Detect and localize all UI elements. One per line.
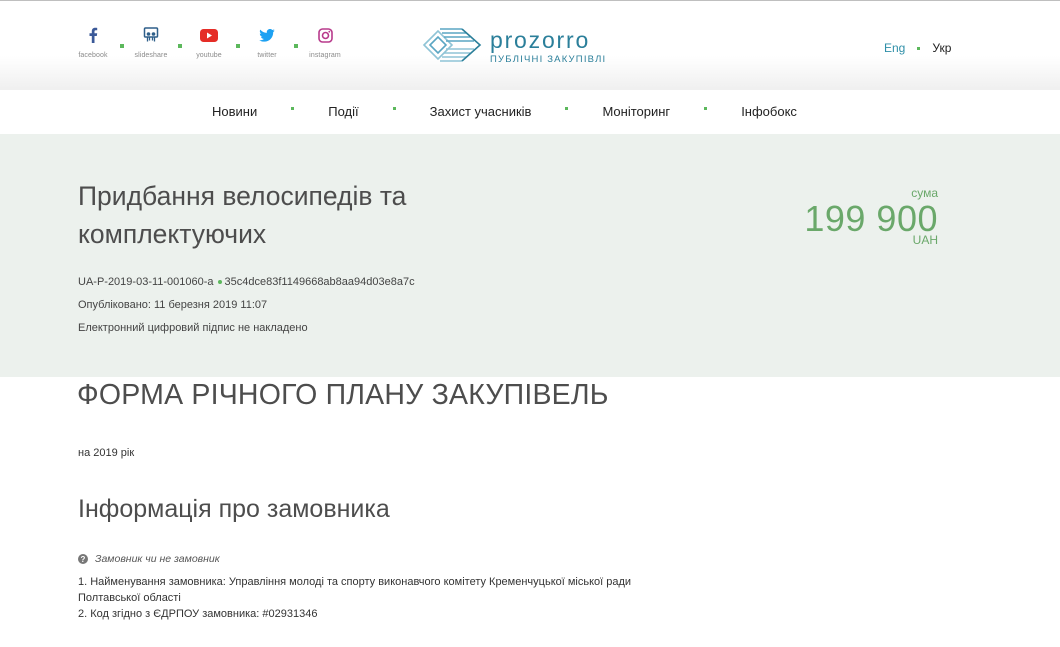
twitter-icon <box>258 26 276 44</box>
separator-dot <box>120 44 124 48</box>
nav-item-news[interactable]: Новини <box>212 104 257 119</box>
plan-id[interactable]: UA-P-2019-03-11-001060-a <box>78 276 214 288</box>
separator-dot <box>217 279 222 284</box>
plan-identifiers: UA-P-2019-03-11-001060-a 35c4dce83f114966… <box>78 276 415 288</box>
customer-hint[interactable]: ? Замовник чи не замовник <box>78 553 220 565</box>
separator-dot <box>704 107 708 110</box>
customer-name-line: 1. Найменування замовника: Управління мо… <box>78 576 632 588</box>
nav-item-events[interactable]: Події <box>328 104 358 119</box>
language-switcher: Eng Укр <box>884 41 951 55</box>
logo-subtitle: ПУБЛІЧНІ ЗАКУПІВЛІ <box>490 53 607 65</box>
plan-hash[interactable]: 35c4dce83f1149668ab8aa94d03e8a7c <box>225 276 415 288</box>
plan-year: на 2019 рік <box>78 447 135 459</box>
instagram-label: instagram <box>309 52 341 59</box>
nav-item-infobox[interactable]: Інфобокс <box>741 104 797 119</box>
separator-dot <box>294 44 298 48</box>
nav-item-monitoring[interactable]: Моніторинг <box>602 104 670 119</box>
published-date: Опубліковано: 11 березня 2019 11:07 <box>78 299 268 311</box>
separator-dot <box>392 107 396 110</box>
separator-dot <box>178 44 182 48</box>
youtube-icon <box>200 26 218 44</box>
plan-title: Придбання велосипедів та комплектуючих <box>78 181 407 249</box>
separator-dot <box>236 44 240 48</box>
separator-dot <box>917 46 921 50</box>
signature-status: Електронний цифровий підпис не накладено <box>78 322 308 334</box>
customer-edrpou-line: 2. Код згідно з ЄДРПОУ замовника: #02931… <box>78 608 318 620</box>
lang-uk-link[interactable]: Укр <box>932 41 951 55</box>
social-links: facebook slideshare youtube twitter inst… <box>72 26 346 59</box>
plan-summary: Придбання велосипедів та комплектуючих U… <box>0 134 1060 377</box>
facebook-link[interactable]: facebook <box>72 26 114 59</box>
plan-sum: сума 199 900 UAH <box>804 186 938 247</box>
instagram-icon <box>316 26 334 44</box>
twitter-link[interactable]: twitter <box>246 26 288 59</box>
facebook-label: facebook <box>78 52 108 59</box>
slideshare-icon <box>142 26 160 44</box>
lang-en-link[interactable]: Eng <box>884 41 905 55</box>
separator-dot <box>565 107 569 110</box>
nav-items: Новини Події Захист учасників Моніторинг… <box>212 104 797 119</box>
slideshare-label: slideshare <box>134 52 168 59</box>
facebook-icon <box>84 26 102 44</box>
logo-text: prozorro ПУБЛІЧНІ ЗАКУПІВЛІ <box>490 28 606 65</box>
youtube-link[interactable]: youtube <box>188 26 230 59</box>
separator-dot <box>291 107 295 110</box>
logo-name: prozorro <box>490 26 591 53</box>
customer-info-title: Інформація про замовника <box>78 495 390 523</box>
instagram-link[interactable]: instagram <box>304 26 346 59</box>
slideshare-link[interactable]: slideshare <box>130 26 172 59</box>
customer-hint-text: Замовник чи не замовник <box>95 553 220 565</box>
prozorro-logo-icon <box>422 23 484 70</box>
top-header: facebook slideshare youtube twitter inst… <box>0 0 1060 90</box>
customer-name-continuation: Полтавської області <box>78 592 181 604</box>
form-title: ФОРМА РІЧНОГО ПЛАНУ ЗАКУПІВЕЛЬ <box>77 379 609 411</box>
prozorro-logo[interactable]: prozorro ПУБЛІЧНІ ЗАКУПІВЛІ <box>422 25 606 67</box>
nav-item-participant-protection[interactable]: Захист учасників <box>430 104 532 119</box>
main-nav: Новини Події Захист учасників Моніторинг… <box>0 90 1060 134</box>
youtube-label: youtube <box>196 52 222 59</box>
twitter-label: twitter <box>257 52 277 59</box>
question-icon: ? <box>78 554 88 564</box>
